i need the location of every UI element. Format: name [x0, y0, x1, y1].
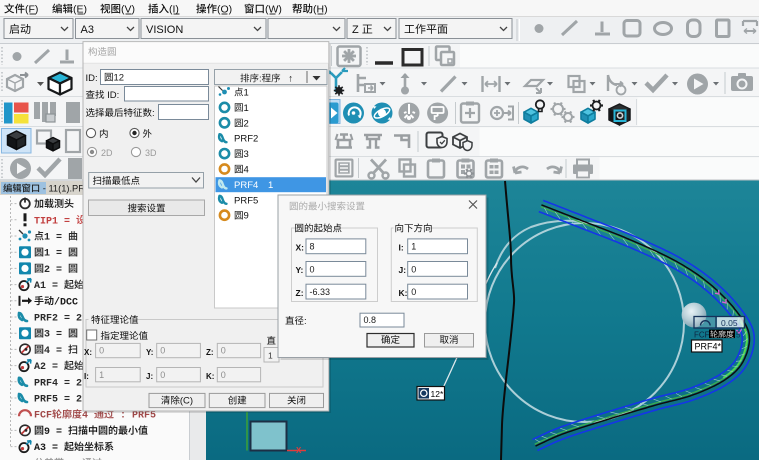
- svg-text:/DCC: /DCC: [54, 296, 78, 308]
- svg-text:TIP1 =: TIP1 =: [34, 216, 76, 227]
- svg-text:FCF: FCF: [694, 331, 710, 340]
- svg-text:Y:: Y:: [296, 265, 304, 275]
- svg-text:K:: K:: [206, 372, 214, 381]
- svg-text:FCF: FCF: [34, 411, 52, 422]
- svg-text:(C): (C): [180, 396, 193, 407]
- svg-text:0: 0: [310, 264, 315, 274]
- svg-text:0: 0: [160, 346, 165, 356]
- svg-text:I:: I:: [399, 243, 404, 253]
- svg-text:2: 2: [244, 118, 249, 129]
- svg-text:ID:: ID:: [105, 90, 120, 101]
- svg-text:PRF5: PRF5: [234, 195, 258, 206]
- svg-text:PRF2 = 2: PRF2 = 2: [34, 314, 82, 325]
- svg-text:PRF4 = 2: PRF4 = 2: [34, 378, 82, 389]
- svg-text:A2 =: A2 =: [34, 362, 64, 373]
- svg-text:-6.33: -6.33: [310, 287, 331, 297]
- svg-text:2D: 2D: [101, 148, 113, 158]
- svg-text:PRF4: PRF4: [234, 180, 258, 191]
- svg-text:X:: X:: [84, 348, 92, 357]
- svg-text:9: 9: [244, 211, 249, 222]
- svg-text:5: 5: [736, 331, 741, 340]
- svg-text:X: X: [296, 446, 302, 455]
- svg-text:4 =: 4 =: [44, 346, 68, 357]
- svg-text:1: 1: [244, 88, 249, 99]
- svg-text:1: 1: [99, 370, 104, 380]
- svg-text:0.8: 0.8: [364, 315, 377, 325]
- svg-text:0: 0: [221, 370, 226, 380]
- svg-text:↑: ↑: [288, 74, 293, 85]
- svg-text:1: 1: [244, 103, 249, 114]
- svg-text:0: 0: [221, 346, 226, 356]
- svg-text:Y:: Y:: [146, 348, 153, 357]
- svg-text:0: 0: [411, 264, 416, 274]
- svg-text:PRF4*: PRF4*: [695, 342, 722, 352]
- svg-text:0: 0: [411, 287, 416, 297]
- svg-text:1: 1: [268, 351, 273, 361]
- svg-text:A1 =: A1 =: [34, 281, 64, 292]
- svg-text:9 =: 9 =: [44, 427, 68, 438]
- svg-text:Z:: Z:: [206, 348, 214, 357]
- svg-text:Z: Z: [352, 24, 362, 36]
- svg-text:A3: A3: [81, 24, 94, 36]
- svg-text:PRF2: PRF2: [234, 134, 258, 145]
- svg-text:- 11(1).PR: - 11(1).PR: [40, 184, 85, 194]
- svg-text:3 =: 3 =: [44, 330, 68, 341]
- svg-text:3D: 3D: [145, 148, 157, 158]
- svg-text::: :: [152, 108, 155, 119]
- svg-text:X:: X:: [296, 243, 305, 253]
- svg-text:VISION: VISION: [146, 24, 183, 36]
- svg-text:3: 3: [244, 149, 249, 160]
- svg-text:0: 0: [160, 370, 165, 380]
- svg-text:A3 =: A3 =: [34, 443, 64, 454]
- svg-text:J:: J:: [146, 372, 153, 381]
- svg-text::: :: [304, 316, 307, 327]
- svg-text:Z:: Z:: [296, 288, 304, 298]
- svg-text:ID:: ID:: [86, 73, 98, 84]
- svg-text:J:: J:: [399, 265, 407, 275]
- svg-text:2 =: 2 =: [44, 265, 68, 276]
- svg-text:1: 1: [411, 242, 416, 252]
- svg-text:8: 8: [310, 242, 315, 252]
- svg-text:I:: I:: [84, 372, 89, 381]
- svg-text:1: 1: [268, 180, 273, 191]
- svg-text:4: 4: [244, 165, 249, 176]
- svg-text::: :: [259, 74, 262, 85]
- svg-text:12*: 12*: [431, 389, 444, 399]
- svg-text:K:: K:: [399, 288, 408, 298]
- svg-text:12: 12: [114, 73, 125, 84]
- svg-text:1 =: 1 =: [44, 233, 68, 244]
- svg-text:0.05: 0.05: [721, 318, 738, 328]
- svg-text:PRF5 = 2: PRF5 = 2: [34, 395, 82, 406]
- svg-text:1 =: 1 =: [44, 249, 68, 260]
- svg-text:0: 0: [99, 346, 104, 356]
